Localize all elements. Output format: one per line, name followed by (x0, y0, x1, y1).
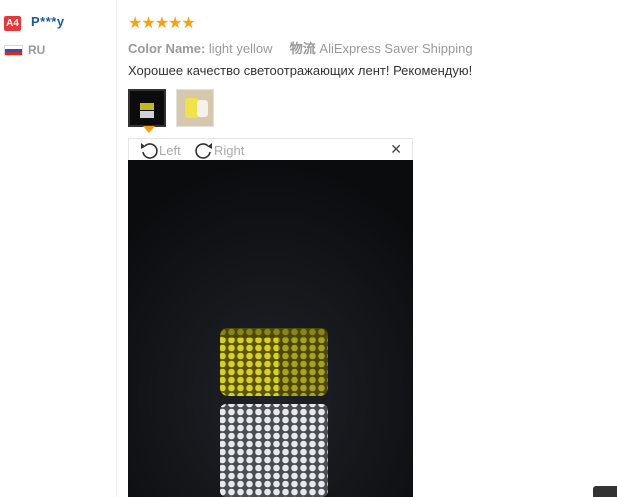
rotate-right-icon (195, 143, 212, 159)
reflective-tape-thumbnail-image (130, 91, 164, 125)
reflective-tape-photo (128, 160, 413, 497)
color-name-label: Color Name: (128, 41, 206, 56)
reviewer-panel: A4 P***y RU (0, 0, 117, 497)
scroll-to-top-button[interactable] (593, 486, 617, 497)
close-viewer-button[interactable]: ✕ (390, 141, 402, 158)
review-photo-thumbnail-1[interactable] (128, 89, 166, 127)
enlarged-review-photo (128, 160, 413, 497)
review-text: Хорошее качество светоотражающих лент! Р… (128, 63, 473, 78)
rotate-left-label: Left (159, 142, 181, 158)
rotate-right-button[interactable]: Right (194, 140, 244, 160)
buyer-level-badge: A4 (4, 16, 21, 31)
order-info: Color Name: light yellow 物流 AliExpress S… (128, 38, 473, 57)
russia-flag-icon (4, 45, 23, 56)
reviewer-country: RU (28, 43, 46, 57)
active-thumbnail-indicator (143, 126, 155, 133)
review-photo-thumbnail-2[interactable] (176, 89, 214, 127)
shipping-label: 物流 (289, 41, 316, 56)
rotate-right-label: Right (214, 142, 245, 158)
tape-rolls-thumbnail-image (177, 90, 213, 126)
reviewer-name: P***y (31, 14, 65, 29)
shipping-value: AliExpress Saver Shipping (319, 41, 473, 56)
color-name-value: light yellow (208, 41, 273, 56)
image-viewer-toolbar: Left Right ✕ (128, 138, 413, 160)
rotate-left-button[interactable]: Left (139, 140, 181, 160)
star-rating: ★★★★★ (128, 15, 196, 32)
rotate-left-icon (141, 143, 158, 159)
